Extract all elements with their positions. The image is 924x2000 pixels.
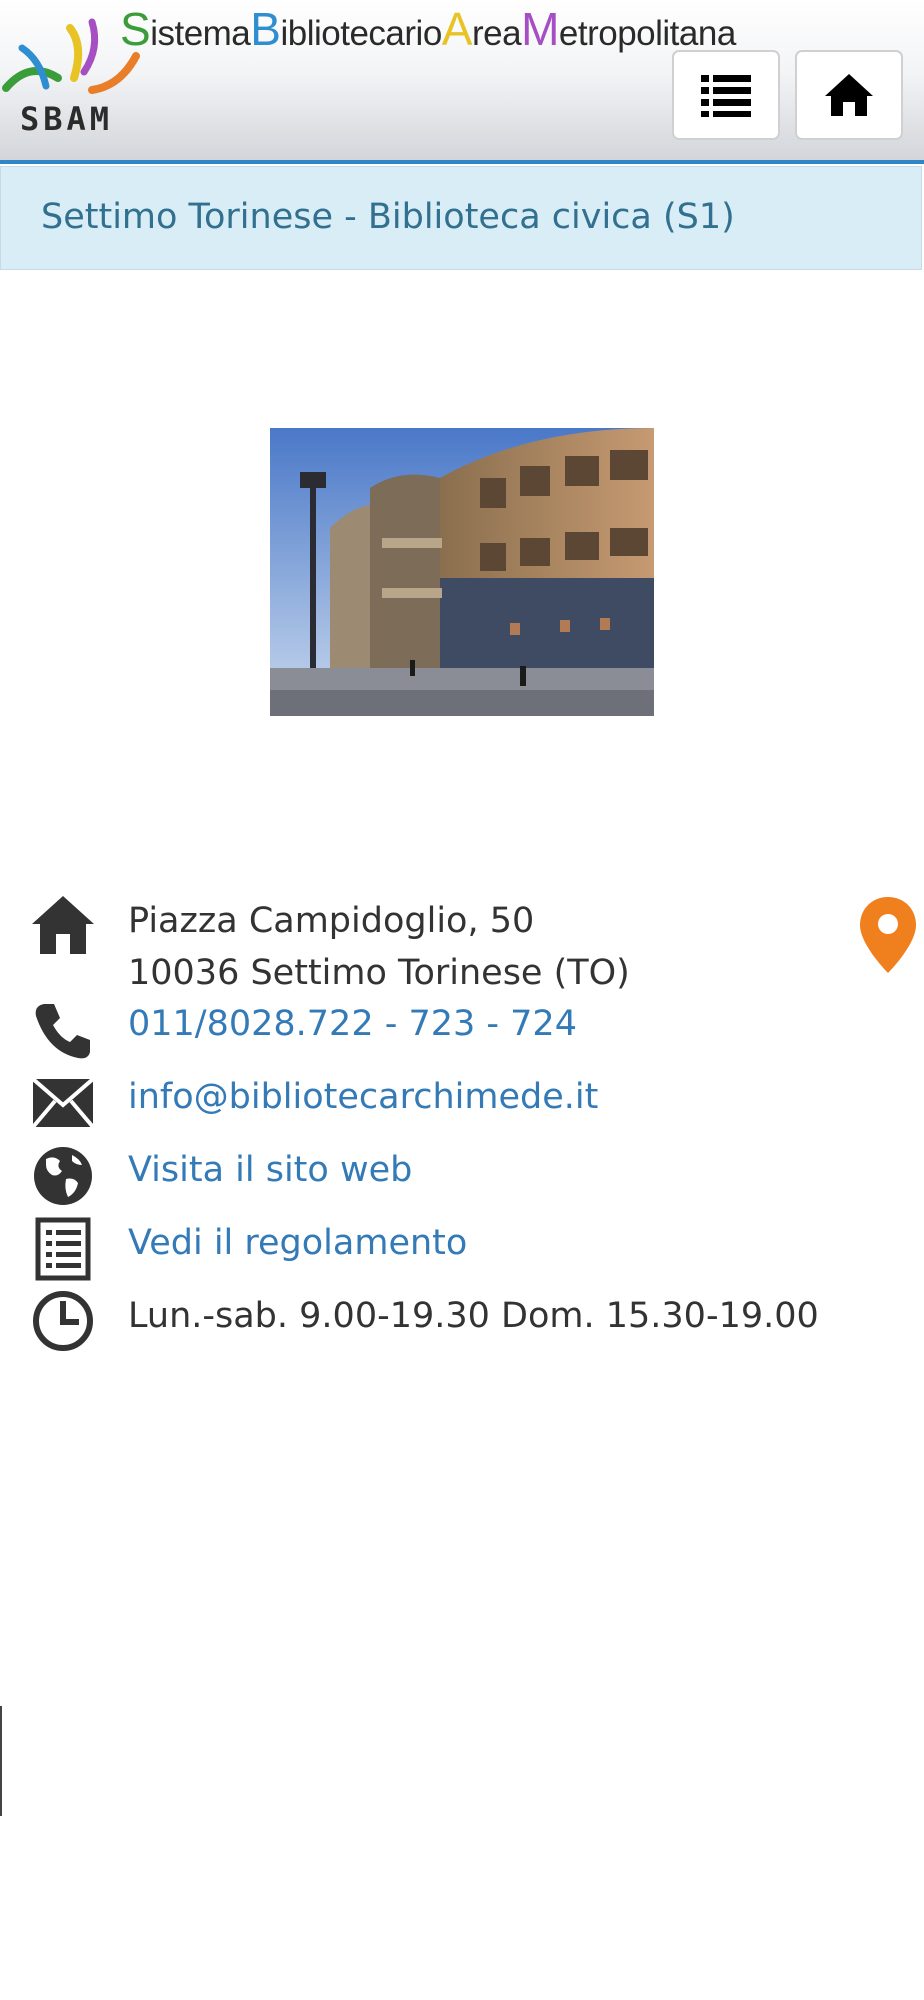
map-pin-icon[interactable] bbox=[858, 895, 918, 975]
list-button[interactable] bbox=[672, 50, 780, 140]
email-icon bbox=[30, 1070, 96, 1136]
brand-word-bibliotecario: ibliotecario bbox=[280, 14, 442, 53]
library-building-image bbox=[270, 428, 654, 716]
document-list-icon bbox=[30, 1216, 96, 1282]
brand-word-area: rea bbox=[471, 14, 522, 53]
globe-icon bbox=[30, 1143, 96, 1209]
brand-word-metropolitana: etropolitana bbox=[558, 14, 736, 53]
brand-cap-b: B bbox=[250, 3, 281, 55]
home-icon bbox=[825, 74, 873, 116]
brand-title: SistemaBibliotecarioAreaMetropolitana bbox=[120, 2, 736, 56]
logo-text: SBAM bbox=[20, 100, 114, 138]
list-icon bbox=[701, 75, 751, 117]
website-link[interactable]: Visita il sito web bbox=[128, 1144, 412, 1196]
clock-icon bbox=[30, 1288, 96, 1354]
address-line-2: 10036 Settimo Torinese (TO) bbox=[128, 953, 630, 993]
library-photo bbox=[270, 428, 654, 716]
logo-arcs-icon bbox=[2, 18, 140, 94]
address-home-icon bbox=[30, 892, 96, 958]
brand-word-sistema: istema bbox=[150, 14, 251, 53]
phone-link[interactable]: 011/8028.722 - 723 - 724 bbox=[128, 998, 577, 1050]
address-line-1: Piazza Campidoglio, 50 bbox=[128, 901, 535, 941]
opening-hours: Lun.-sab. 9.00-19.30 Dom. 15.30-19.00 bbox=[128, 1296, 819, 1336]
home-button[interactable] bbox=[795, 50, 903, 140]
app-header: SBAM SistemaBibliotecarioAreaMetropolita… bbox=[0, 0, 924, 164]
phone-icon bbox=[30, 998, 96, 1064]
brand-cap-a: A bbox=[441, 3, 473, 55]
edge-scroll-indicator bbox=[0, 1706, 2, 1816]
page-title: Settimo Torinese - Biblioteca civica (S1… bbox=[41, 197, 735, 237]
brand-cap-m: M bbox=[521, 3, 559, 55]
library-title-bar: Settimo Torinese - Biblioteca civica (S1… bbox=[0, 166, 922, 270]
brand-cap-s: S bbox=[120, 3, 151, 55]
rules-link[interactable]: Vedi il regolamento bbox=[128, 1217, 467, 1269]
email-link[interactable]: info@bibliotecarchimede.it bbox=[128, 1071, 598, 1123]
